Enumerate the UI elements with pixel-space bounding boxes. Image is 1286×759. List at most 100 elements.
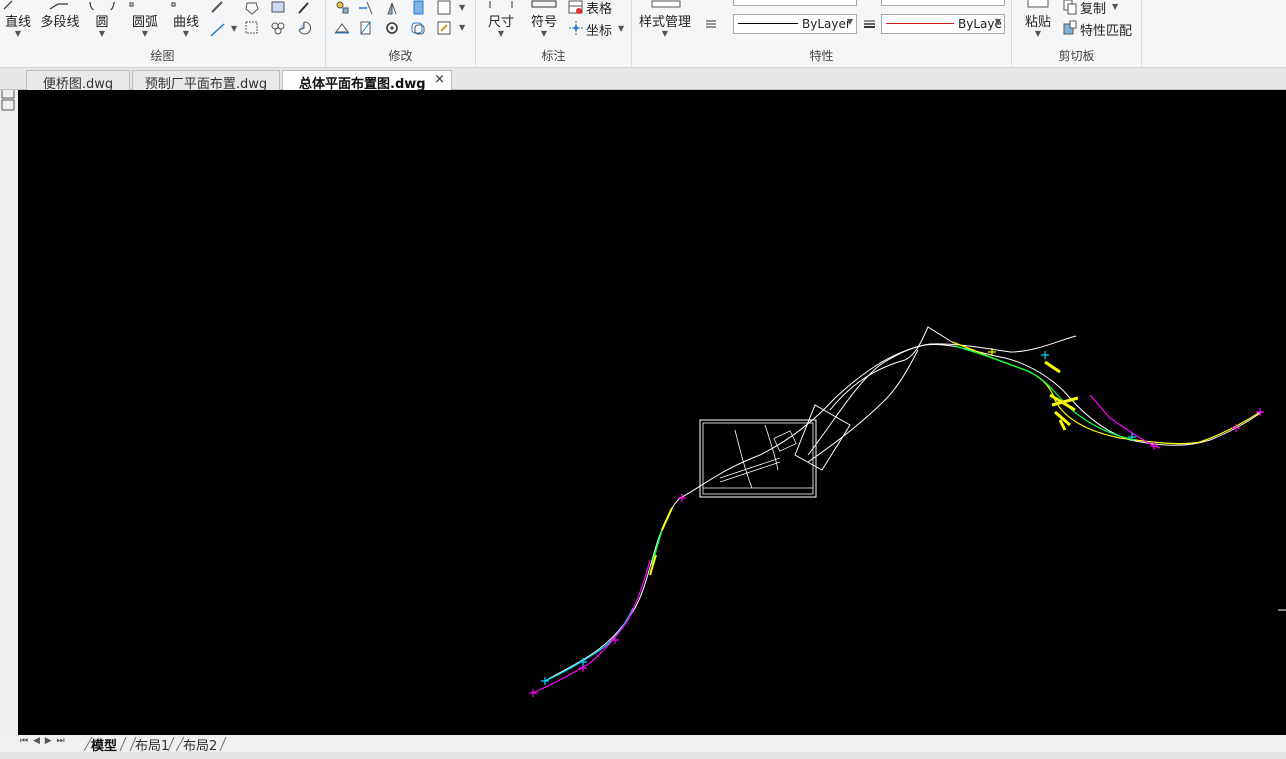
style-manager-button[interactable]: 样式管理 ▼ (636, 0, 694, 38)
copy-label[interactable]: 复制 (1080, 0, 1106, 17)
move-icon[interactable] (334, 0, 350, 16)
chevron-down-icon: ▼ (459, 23, 466, 32)
annotate-group-label: 标注 (541, 49, 566, 63)
circle-icon (89, 1, 115, 10)
trim-icon[interactable] (358, 0, 374, 16)
modify-group-label: 修改 (388, 49, 413, 63)
drawing-canvas[interactable] (18, 90, 1286, 735)
layout-tab-bar: ⏮ ◀ ▶ ⏭ 模型 布局1 布局2 (0, 735, 1286, 754)
fillet-icon[interactable] (436, 20, 452, 36)
clipboard-group-label: 剪切板 (1058, 49, 1095, 63)
scale-icon[interactable] (358, 20, 374, 36)
lineweight-icon[interactable] (862, 16, 878, 32)
layer-list-icon[interactable] (704, 16, 720, 32)
hatch-icon[interactable] (270, 0, 286, 16)
match-properties-label[interactable]: 特性匹配 (1080, 20, 1132, 39)
table-icon[interactable] (568, 0, 584, 16)
array-icon[interactable] (436, 0, 452, 16)
wipeout-icon[interactable] (296, 20, 312, 36)
clipboard-group: 粘贴 ▼ 复制 ▼ 特性匹配 剪切板 (1012, 0, 1142, 68)
road-branch (807, 335, 1077, 456)
curve-icon (171, 2, 176, 7)
chevron-down-icon: ▼ (618, 24, 625, 33)
chevron-down-icon: ▼ (661, 29, 669, 38)
polygon-icon[interactable] (244, 0, 260, 16)
style-manager-icon (651, 0, 681, 8)
road-alignment (679, 343, 1263, 499)
doc-tab-2[interactable]: 预制厂平面布置.dwg (132, 70, 280, 92)
chevron-down-icon: ▼ (98, 29, 106, 38)
pencil-icon[interactable] (210, 0, 226, 16)
match-properties-icon[interactable] (1062, 20, 1078, 36)
curve-button[interactable]: 曲线 ▼ (170, 0, 202, 38)
symbol-label: 符号 (530, 15, 557, 30)
chevron-down-icon: ▼ (846, 17, 853, 26)
linetype-dropdown-top[interactable] (733, 0, 857, 6)
chevron-down-icon: ▼ (1034, 29, 1042, 38)
properties-group: 样式管理 ▼ ByLayer ▼ ByLaye ▼ 特性 (632, 0, 1012, 68)
polyline-icon (49, 3, 68, 10)
draw-group: 直线 ▼ 多段线 圆 ▼ 圆弧 ▼ 曲线 ▼ ▼ 绘图 (0, 0, 326, 68)
ribbon: 直线 ▼ 多段线 圆 ▼ 圆弧 ▼ 曲线 ▼ ▼ 绘图 ▼ ▼ 修改 尺寸 ▼ … (0, 0, 1286, 68)
ramp-quad (794, 404, 851, 471)
linetype-preview (738, 23, 798, 24)
stretch-icon[interactable] (334, 20, 350, 36)
lower-alignment (544, 497, 681, 682)
upper-magenta-line (1089, 394, 1161, 449)
linetype-dropdown[interactable]: ByLayer ▼ (733, 14, 857, 34)
polyline-button[interactable]: 多段线 (38, 0, 82, 30)
cloud-icon[interactable] (270, 20, 286, 36)
station-markers (529, 348, 1264, 697)
chevron-down-icon: ▼ (182, 29, 190, 38)
coordinate-icon[interactable] (568, 20, 584, 36)
xline-icon[interactable] (210, 22, 226, 38)
chevron-down-icon: ▼ (1112, 2, 1119, 11)
lower-yellow-segment (649, 507, 673, 576)
symbol-icon (531, 0, 557, 8)
upper-green-line (954, 345, 1136, 441)
copy-object-icon[interactable] (410, 0, 426, 16)
doc-tab-1[interactable]: 便桥图.dwg (26, 70, 130, 92)
polyline-label: 多段线 (40, 15, 80, 30)
paste-button[interactable]: 粘贴 ▼ (1022, 0, 1054, 38)
chevron-down-icon: ▼ (231, 24, 238, 33)
dimension-label: 尺寸 (487, 15, 514, 30)
circle-label: 圆 (95, 15, 109, 30)
symbol-button[interactable]: 符号 ▼ (528, 0, 560, 38)
mirror-icon[interactable] (384, 0, 400, 16)
chevron-down-icon: ▼ (497, 29, 505, 38)
chevron-down-icon: ▼ (540, 29, 548, 38)
region-icon[interactable] (244, 20, 260, 36)
horizontal-scrollbar[interactable] (0, 752, 1286, 759)
close-icon[interactable]: × (434, 72, 445, 87)
circle-button[interactable]: 圆 ▼ (88, 0, 116, 38)
draw-group-label: 绘图 (150, 49, 175, 63)
point-icon[interactable] (296, 0, 312, 16)
rotate-icon[interactable] (384, 20, 400, 36)
line-button[interactable]: 直线 ▼ (2, 0, 34, 38)
copy-icon[interactable] (1062, 0, 1078, 16)
offset-icon[interactable] (410, 20, 426, 36)
line-label: 直线 (4, 15, 31, 30)
dimension-button[interactable]: 尺寸 ▼ (484, 0, 518, 38)
lower-magenta-line (532, 559, 651, 694)
arc-button[interactable]: 圆弧 ▼ (128, 0, 162, 38)
coordinate-label[interactable]: 坐标 (586, 20, 612, 39)
doc-tab-3[interactable]: 总体平面布置图.dwg × (282, 70, 452, 92)
curve-label: 曲线 (172, 15, 199, 30)
chevron-down-icon: ▼ (994, 17, 1001, 26)
lineweight-dropdown[interactable]: ByLaye ▼ (881, 14, 1005, 34)
lineweight-preview (886, 23, 954, 24)
chevron-down-icon: ▼ (141, 29, 149, 38)
arc-icon (129, 2, 134, 7)
chevron-down-icon: ▼ (459, 3, 466, 12)
drawing-svg (529, 326, 1286, 697)
modify-group: ▼ ▼ 修改 (326, 0, 476, 68)
annotate-group: 尺寸 ▼ 符号 ▼ 表格 坐标 ▼ 标注 (476, 0, 632, 68)
layout-tab-separators (83, 736, 227, 752)
table-label[interactable]: 表格 (586, 0, 612, 17)
properties-group-label: 特性 (809, 49, 834, 63)
style-manager-label: 样式管理 (638, 15, 691, 30)
lineweight-dropdown-top[interactable] (881, 0, 1005, 6)
line-icon (3, 0, 13, 10)
